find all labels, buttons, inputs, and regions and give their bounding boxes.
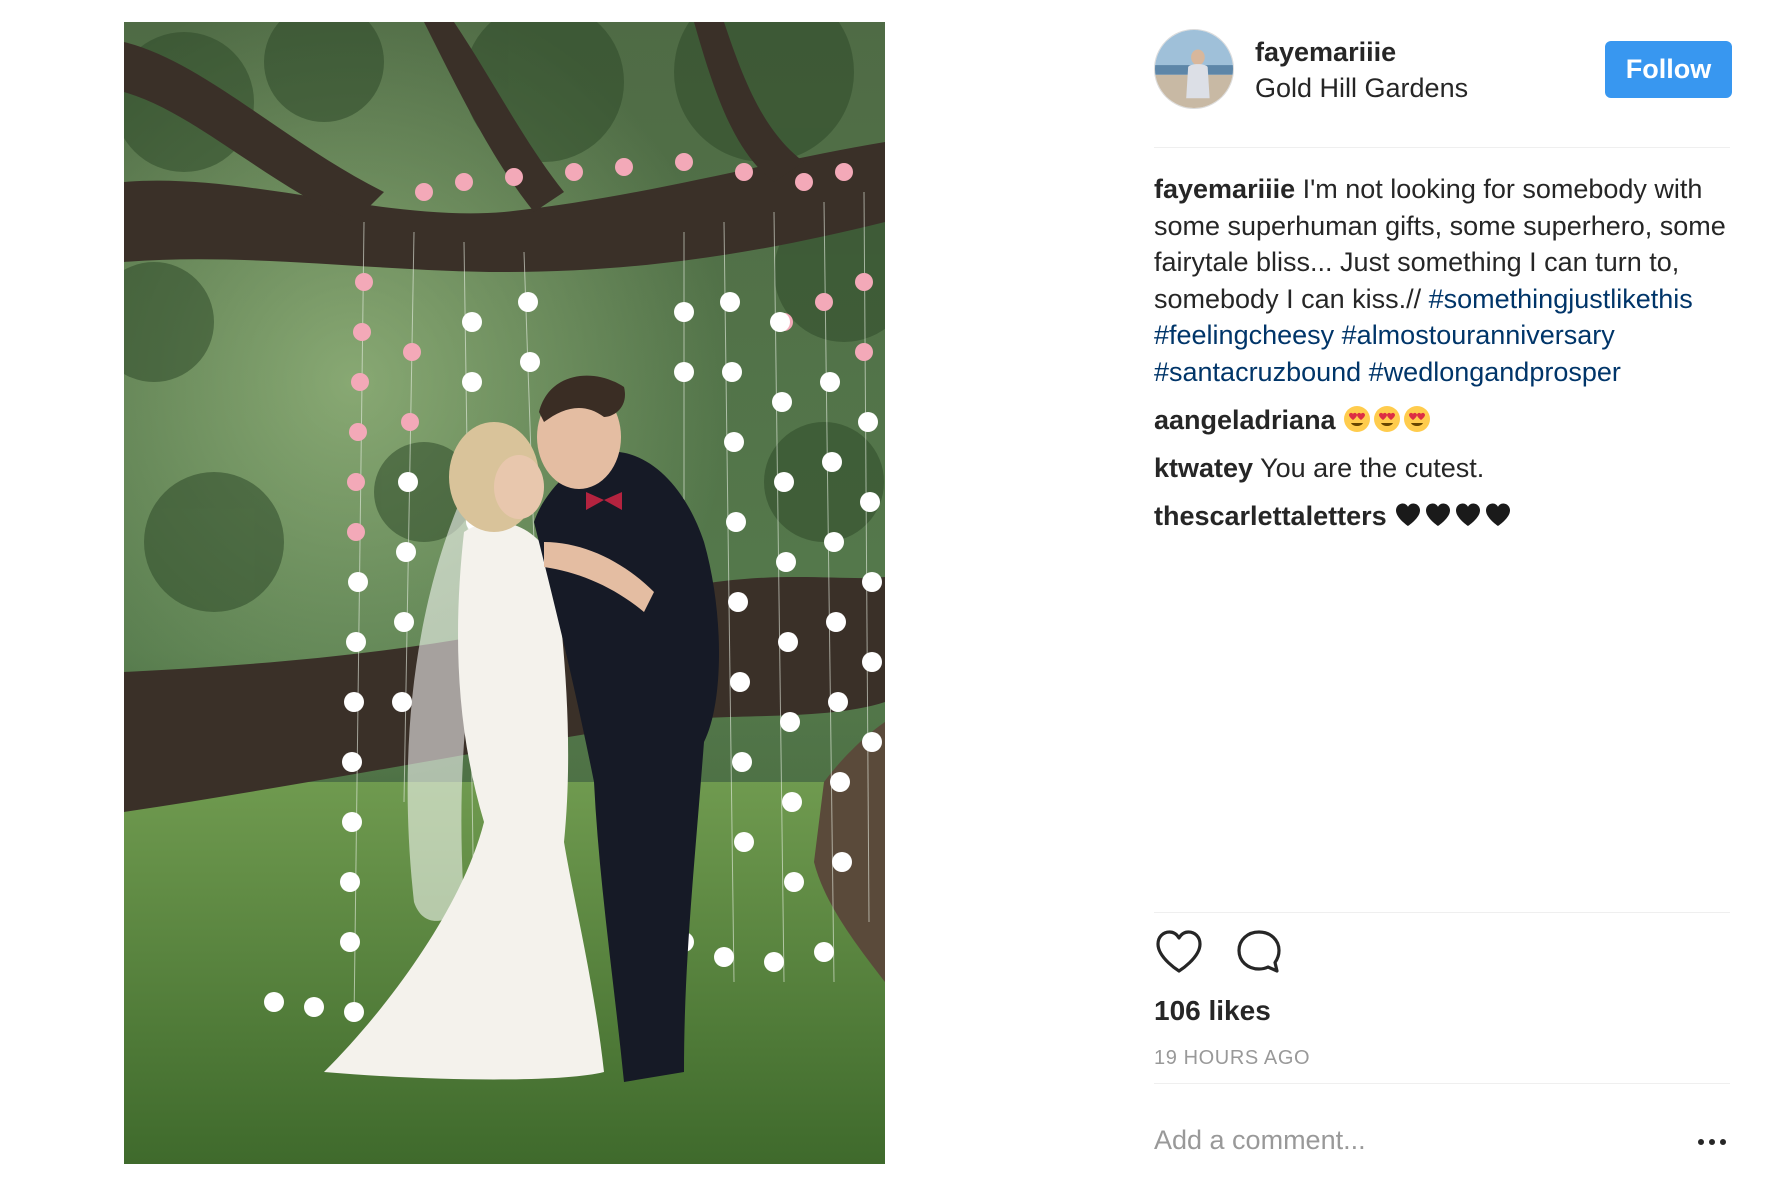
hashtag[interactable]: #wedlongandprosper	[1369, 357, 1621, 387]
post-timestamp[interactable]: 19 HOURS AGO	[1154, 1047, 1310, 1070]
post-header: fayemariiie Gold Hill Gardens Follow	[1154, 29, 1732, 111]
post-side-panel: fayemariiie Gold Hill Gardens Follow fay…	[1154, 0, 1732, 1178]
comment-item: ktwatey You are the cutest.	[1154, 450, 1730, 486]
hashtag[interactable]: #almostouranniversary	[1342, 320, 1615, 350]
speech-bubble-icon[interactable]	[1234, 928, 1284, 976]
caption-username[interactable]: fayemariiie	[1154, 174, 1295, 204]
header-divider	[1154, 147, 1730, 148]
heart-eyes-emoji-icon	[1344, 406, 1371, 432]
post-actions	[1154, 928, 1354, 978]
avatar[interactable]	[1154, 29, 1234, 109]
comments-list: fayemariiie I'm not looking for somebody…	[1154, 171, 1730, 534]
heart-eyes-emoji-icon	[1404, 406, 1431, 432]
actions-divider	[1154, 912, 1730, 913]
comment-item: thescarlettaletters	[1154, 498, 1730, 534]
comment-username[interactable]: aangeladriana	[1154, 405, 1336, 435]
hashtag[interactable]: #somethingjustlikethis	[1429, 284, 1693, 314]
comment-text: You are the cutest.	[1253, 453, 1485, 483]
comment-username[interactable]: ktwatey	[1154, 453, 1253, 483]
black-heart-icon	[1426, 503, 1451, 526]
ellipsis-icon[interactable]	[1692, 1130, 1732, 1154]
add-comment-input[interactable]	[1154, 1120, 1654, 1160]
follow-button[interactable]: Follow	[1605, 41, 1732, 98]
heart-outline-icon[interactable]	[1154, 928, 1204, 976]
comment-divider	[1154, 1083, 1730, 1084]
black-heart-icon	[1486, 503, 1511, 526]
comment-emoji-group	[1343, 405, 1431, 433]
post-caption: fayemariiie I'm not looking for somebody…	[1154, 171, 1730, 390]
comment-item: aangeladriana	[1154, 402, 1730, 438]
wedding-photo-image	[124, 22, 885, 1164]
post-location[interactable]: Gold Hill Gardens	[1255, 73, 1468, 104]
black-heart-icon	[1396, 503, 1421, 526]
comment-username[interactable]: thescarlettaletters	[1154, 501, 1387, 531]
post-author-username[interactable]: fayemariiie	[1255, 37, 1396, 68]
black-heart-icon	[1456, 503, 1481, 526]
comment-emoji-group	[1394, 501, 1512, 529]
likes-count[interactable]: 106 likes	[1154, 995, 1271, 1027]
hashtag[interactable]: #santacruzbound	[1154, 357, 1361, 387]
post-photo[interactable]	[124, 22, 885, 1164]
heart-eyes-emoji-icon	[1374, 406, 1401, 432]
avatar-image	[1155, 30, 1233, 108]
hashtag[interactable]: #feelingcheesy	[1154, 320, 1334, 350]
